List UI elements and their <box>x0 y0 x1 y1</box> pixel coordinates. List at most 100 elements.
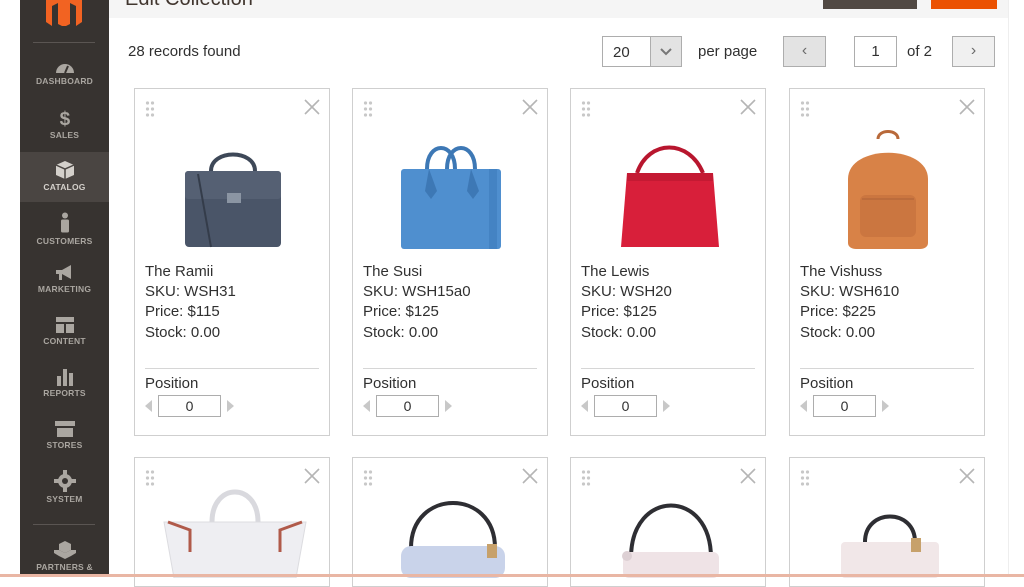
drag-handle-icon[interactable] <box>363 469 373 487</box>
sidebar-item-label: PARTNERS & <box>36 562 93 572</box>
product-card[interactable]: The Vishuss SKU: WSH610 Price: $225 Stoc… <box>789 88 985 436</box>
layout-icon <box>55 317 74 333</box>
remove-product-icon[interactable] <box>302 97 322 117</box>
position-label: Position <box>800 375 854 392</box>
per-page-value: 20 <box>613 44 630 61</box>
product-image <box>185 152 281 248</box>
dollar-icon: $ <box>59 109 70 128</box>
sidebar-item-content[interactable]: CONTENT <box>20 316 109 350</box>
drag-handle-icon[interactable] <box>800 469 810 487</box>
product-card[interactable] <box>134 457 330 587</box>
product-card[interactable]: The Ramii SKU: WSH31 Price: $115 Stock: … <box>134 88 330 436</box>
decrease-position-icon[interactable] <box>145 400 153 412</box>
svg-text:$: $ <box>59 109 70 128</box>
drag-handle-icon[interactable] <box>581 100 591 118</box>
product-sku: SKU: WSH15a0 <box>363 283 471 300</box>
back-button[interactable] <box>823 0 917 9</box>
drag-handle-icon[interactable] <box>581 469 591 487</box>
main-content: Edit Collection 28 records found 20 per … <box>109 0 1009 587</box>
sidebar-item-label: MARKETING <box>37 284 92 294</box>
sidebar-item-label: STORES <box>46 440 83 450</box>
page-total: of 2 <box>907 43 933 60</box>
sidebar-item-system[interactable]: SYSTEM <box>20 470 109 506</box>
product-card[interactable] <box>789 457 985 587</box>
next-page-button[interactable]: › <box>952 36 995 67</box>
product-card[interactable]: The Lewis SKU: WSH20 Price: $125 Stock: … <box>570 88 766 436</box>
position-input[interactable]: 0 <box>813 395 876 417</box>
product-stock: Stock: 0.00 <box>800 324 876 341</box>
increase-position-icon[interactable] <box>226 400 234 412</box>
product-name: The Vishuss <box>800 263 883 280</box>
magento-logo-icon[interactable] <box>42 0 86 26</box>
sidebar-item-partners[interactable]: PARTNERS & <box>20 540 109 576</box>
increase-position-icon[interactable] <box>444 400 452 412</box>
per-page-label: per page <box>698 43 758 60</box>
dashboard-icon <box>55 64 74 74</box>
gear-icon <box>53 470 76 492</box>
product-sku: SKU: WSH610 <box>800 283 900 300</box>
chevron-left-icon: ‹ <box>801 42 808 59</box>
drag-handle-icon[interactable] <box>800 100 810 118</box>
sidebar-item-stores[interactable]: STORES <box>20 420 109 454</box>
position-input[interactable]: 0 <box>594 395 657 417</box>
product-card[interactable] <box>352 457 548 587</box>
product-name: The Ramii <box>145 263 214 280</box>
sidebar-item-label: CUSTOMERS <box>36 236 93 246</box>
remove-product-icon[interactable] <box>520 466 540 486</box>
sidebar-item-label: REPORTS <box>43 388 86 398</box>
sidebar-item-label: DASHBOARD <box>35 76 94 86</box>
sidebar-item-catalog[interactable]: CATALOG <box>20 152 109 202</box>
increase-position-icon[interactable] <box>662 400 670 412</box>
position-label: Position <box>581 375 635 392</box>
remove-product-icon[interactable] <box>738 466 758 486</box>
chevron-down-icon <box>660 48 672 56</box>
product-stock: Stock: 0.00 <box>581 324 657 341</box>
page-title: Edit Collection <box>125 0 253 11</box>
product-name: The Susi <box>363 263 423 280</box>
sidebar-item-label: SYSTEM <box>46 494 83 504</box>
decrease-position-icon[interactable] <box>581 400 589 412</box>
product-price: Price: $225 <box>800 303 876 320</box>
decrease-position-icon[interactable] <box>363 400 371 412</box>
prev-page-button[interactable]: ‹ <box>783 36 826 67</box>
product-image <box>401 501 505 578</box>
megaphone-icon <box>55 265 71 280</box>
card-divider <box>145 368 319 369</box>
product-image <box>622 503 719 578</box>
product-sku: SKU: WSH31 <box>145 283 236 300</box>
card-divider <box>800 368 974 369</box>
records-count: 28 records found <box>128 43 241 60</box>
sidebar-item-customers[interactable]: CUSTOMERS <box>20 212 109 248</box>
remove-product-icon[interactable] <box>957 466 977 486</box>
per-page-dropdown-toggle[interactable] <box>650 37 681 66</box>
left-margin <box>0 0 20 577</box>
sidebar-item-dashboard[interactable]: DASHBOARD <box>20 58 109 92</box>
bar-chart-icon <box>56 369 73 386</box>
card-divider <box>581 368 755 369</box>
remove-product-icon[interactable] <box>738 97 758 117</box>
per-page-select[interactable]: 20 <box>602 36 682 67</box>
product-image <box>163 489 307 578</box>
page-header: Edit Collection <box>109 0 1009 18</box>
position-input[interactable]: 0 <box>158 395 221 417</box>
remove-product-icon[interactable] <box>957 97 977 117</box>
decrease-position-icon[interactable] <box>800 400 808 412</box>
position-input[interactable]: 0 <box>376 395 439 417</box>
product-price: Price: $125 <box>363 303 439 320</box>
product-stock: Stock: 0.00 <box>363 324 439 341</box>
drag-handle-icon[interactable] <box>363 100 373 118</box>
remove-product-icon[interactable] <box>520 97 540 117</box>
sidebar-item-reports[interactable]: REPORTS <box>20 368 109 402</box>
drag-handle-icon[interactable] <box>145 100 155 118</box>
product-card[interactable] <box>570 457 766 587</box>
increase-position-icon[interactable] <box>881 400 889 412</box>
sidebar-item-marketing[interactable]: MARKETING <box>20 264 109 298</box>
save-button[interactable] <box>931 0 997 9</box>
right-margin <box>1008 0 1024 577</box>
person-icon <box>60 212 69 233</box>
drag-handle-icon[interactable] <box>145 469 155 487</box>
page-number-input[interactable]: 1 <box>854 36 897 67</box>
product-card[interactable]: The Susi SKU: WSH15a0 Price: $125 Stock:… <box>352 88 548 436</box>
sidebar-item-sales[interactable]: $ SALES <box>20 108 109 142</box>
product-image <box>848 130 928 249</box>
